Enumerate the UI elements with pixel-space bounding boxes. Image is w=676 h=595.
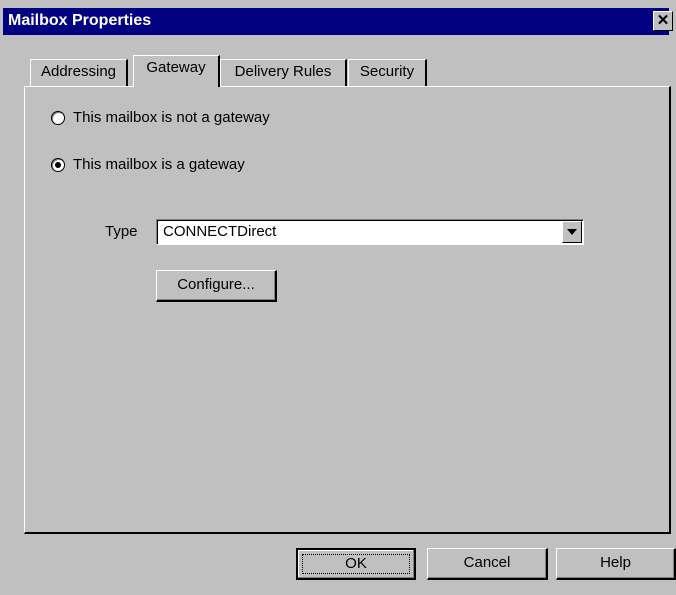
- radio-button[interactable]: [51, 158, 65, 172]
- tab-label: Security: [359, 63, 415, 80]
- dropdown-button[interactable]: [562, 221, 582, 243]
- tab-addressing[interactable]: Addressing: [30, 59, 128, 86]
- radio-not-gateway[interactable]: This mailbox is not a gateway: [51, 109, 321, 129]
- type-label: Type: [105, 223, 138, 240]
- configure-button-label: Configure...: [177, 276, 255, 293]
- radio-label: This mailbox is not a gateway: [73, 109, 270, 126]
- configure-button[interactable]: Configure...: [156, 270, 277, 302]
- tab-delivery-rules[interactable]: Delivery Rules: [220, 59, 347, 86]
- tab-gateway[interactable]: Gateway: [133, 55, 220, 87]
- cancel-button-label: Cancel: [463, 554, 511, 571]
- cancel-button[interactable]: Cancel: [427, 548, 548, 580]
- help-button[interactable]: Help: [556, 548, 676, 580]
- tab-label: Delivery Rules: [234, 63, 332, 80]
- gateway-tab-panel: [24, 86, 671, 534]
- ok-button[interactable]: OK: [296, 548, 416, 580]
- close-icon: ✕: [656, 12, 670, 29]
- window-title: Mailbox Properties: [8, 12, 152, 29]
- chevron-down-icon: [567, 229, 577, 235]
- title-bar[interactable]: Mailbox Properties ✕: [3, 8, 673, 35]
- help-button-label: Help: [600, 554, 631, 571]
- radio-selected-dot: [55, 162, 61, 168]
- tab-security[interactable]: Security: [348, 59, 427, 86]
- tab-label: Addressing: [40, 63, 117, 80]
- tab-label: Gateway: [146, 59, 206, 76]
- mailbox-properties-dialog: Mailbox Properties ✕ Addressing Gateway …: [0, 0, 676, 595]
- close-button[interactable]: ✕: [653, 11, 673, 31]
- radio-button[interactable]: [51, 111, 65, 125]
- ok-button-label: OK: [345, 555, 367, 572]
- radio-is-gateway[interactable]: This mailbox is a gateway: [51, 156, 291, 176]
- radio-label: This mailbox is a gateway: [73, 156, 245, 173]
- type-select-value: CONNECTDirect: [163, 223, 277, 240]
- type-select[interactable]: CONNECTDirect: [156, 219, 584, 245]
